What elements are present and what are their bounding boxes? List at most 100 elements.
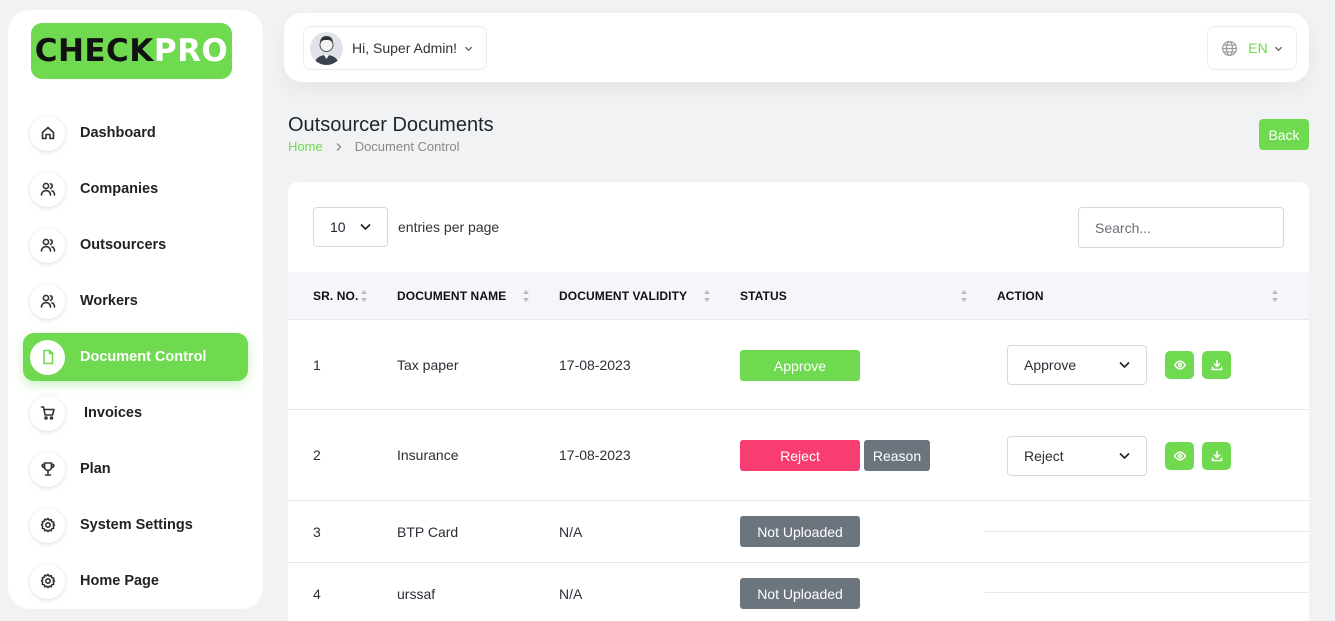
globe-icon [1222, 40, 1238, 56]
eye-icon [1173, 360, 1186, 370]
cell-document-name: BTP Card [397, 524, 459, 540]
gear-icon [30, 563, 65, 599]
table-row: 3 BTP Card N/A Not Uploaded [288, 501, 1309, 563]
sidebar-item-label: Dashboard [80, 125, 156, 141]
download-icon [1211, 450, 1222, 462]
chevron-down-icon [1119, 361, 1130, 369]
sort-icon[interactable] [703, 289, 711, 303]
entries-value: 10 [330, 219, 346, 235]
sidebar-item-label: Companies [80, 181, 159, 197]
back-button[interactable]: Back [1259, 119, 1309, 150]
table-header: SR. NO. DOCUMENT NAME DOCUMENT VALIDITY … [288, 272, 1309, 320]
sidebar-item-label: Invoices [84, 405, 143, 421]
column-header-label: STATUS [740, 289, 787, 303]
sort-icon[interactable] [1271, 289, 1279, 303]
trophy-icon [30, 451, 65, 487]
sidebar-item-label: Outsourcers [80, 237, 167, 253]
action-cell-divider [985, 531, 1309, 532]
download-document-button[interactable] [1202, 351, 1231, 379]
column-header-action[interactable]: ACTION [997, 272, 1044, 320]
reason-button[interactable]: Reason [864, 440, 930, 471]
breadcrumb-current: Document Control [354, 139, 460, 154]
checkpro-logo[interactable]: CHECK PRO [31, 23, 232, 79]
chevron-down-icon [464, 46, 473, 51]
sidebar-item-label: Plan [80, 461, 111, 477]
column-header-label: DOCUMENT NAME [397, 289, 507, 303]
column-header-label: ACTION [997, 289, 1044, 303]
column-header-label: SR. NO. [313, 289, 359, 303]
sidebar-item-label: Home Page [80, 573, 159, 589]
cell-sr-no: 3 [313, 524, 321, 540]
table-row: 4 urssaf N/A Not Uploaded [288, 563, 1309, 621]
users-icon [30, 227, 65, 263]
cell-sr-no: 2 [313, 447, 321, 463]
sidebar-item-workers[interactable]: Workers [23, 277, 248, 325]
status-badge: Not Uploaded [740, 516, 860, 547]
cell-document-validity: N/A [559, 524, 583, 540]
user-greeting: Hi, Super Admin! [352, 40, 458, 56]
view-document-button[interactable] [1165, 442, 1194, 470]
column-header-sr-no[interactable]: SR. NO. [313, 272, 358, 320]
download-document-button[interactable] [1202, 442, 1231, 470]
logo-text-pro: PRO [153, 33, 229, 69]
user-menu[interactable]: Hi, Super Admin! [303, 26, 487, 70]
download-icon [1211, 359, 1222, 371]
cell-document-validity: 17-08-2023 [559, 447, 631, 463]
column-header-document-name[interactable]: DOCUMENT NAME [397, 272, 506, 320]
status-badge: Approve [740, 350, 860, 381]
chevron-down-icon [1119, 452, 1130, 460]
column-header-document-validity[interactable]: DOCUMENT VALIDITY [559, 272, 687, 320]
logo-text-check: CHECK [34, 33, 154, 69]
sidebar-item-dashboard[interactable]: Dashboard [23, 109, 248, 157]
action-select-value: Approve [1024, 357, 1077, 373]
sidebar-item-outsourcers[interactable]: Outsourcers [23, 221, 248, 269]
sidebar-item-companies[interactable]: Companies [23, 165, 248, 213]
avatar [310, 31, 343, 65]
sort-icon[interactable] [960, 289, 968, 303]
cart-icon [30, 395, 65, 431]
sidebar-item-label: System Settings [80, 517, 193, 533]
top-bar: Hi, Super Admin! EN [284, 13, 1309, 82]
action-cell-divider [985, 592, 1309, 593]
sort-icon[interactable] [522, 289, 530, 303]
column-header-label: DOCUMENT VALIDITY [559, 289, 688, 303]
sidebar-item-document-control[interactable]: Document Control [23, 333, 248, 381]
sidebar-nav: Dashboard Companies Outsourcers Workers … [23, 109, 248, 613]
file-icon [30, 339, 65, 375]
search-input[interactable] [1078, 207, 1284, 248]
sort-icon[interactable] [360, 289, 368, 303]
eye-icon [1173, 451, 1186, 461]
status-badge: Not Uploaded [740, 578, 860, 609]
chevron-right-icon [336, 142, 342, 151]
table-row: 2 Insurance 17-08-2023 Reject Reason Rej… [288, 410, 1309, 501]
sidebar-item-system-settings[interactable]: System Settings [23, 501, 248, 549]
cell-document-name: Insurance [397, 447, 459, 463]
language-selector[interactable]: EN [1207, 26, 1297, 70]
action-select[interactable]: Reject [1007, 436, 1147, 476]
column-header-status[interactable]: STATUS [740, 272, 787, 320]
breadcrumb-home-link[interactable]: Home [288, 139, 323, 154]
cell-document-validity: 17-08-2023 [559, 357, 631, 373]
cell-document-name: urssaf [397, 586, 436, 602]
table-row: 1 Tax paper 17-08-2023 Approve Approve [288, 320, 1309, 410]
entries-per-page-select[interactable]: 10 [313, 207, 388, 247]
sidebar-item-home-page[interactable]: Home Page [23, 557, 248, 605]
chevron-down-icon [360, 223, 371, 231]
sidebar-item-plan[interactable]: Plan [23, 445, 248, 493]
action-select[interactable]: Approve [1007, 345, 1147, 385]
documents-card: 10 entries per page SR. NO. DOCUMENT NAM… [288, 182, 1309, 621]
view-document-button[interactable] [1165, 351, 1194, 379]
gear-icon [30, 507, 65, 543]
sidebar-item-invoices[interactable]: Invoices [23, 389, 248, 437]
chevron-down-icon [1274, 46, 1282, 51]
cell-document-name: Tax paper [397, 357, 459, 373]
sidebar: CHECK PRO Dashboard Companies Outsourcers… [8, 10, 263, 609]
entries-per-page-label: entries per page [398, 219, 500, 235]
home-icon [30, 115, 65, 151]
cell-sr-no: 1 [313, 357, 321, 373]
status-badge: Reject [740, 440, 860, 471]
breadcrumb: Home Document Control [288, 139, 459, 154]
action-select-value: Reject [1024, 448, 1064, 464]
users-icon [30, 171, 65, 207]
cell-sr-no: 4 [313, 586, 321, 602]
